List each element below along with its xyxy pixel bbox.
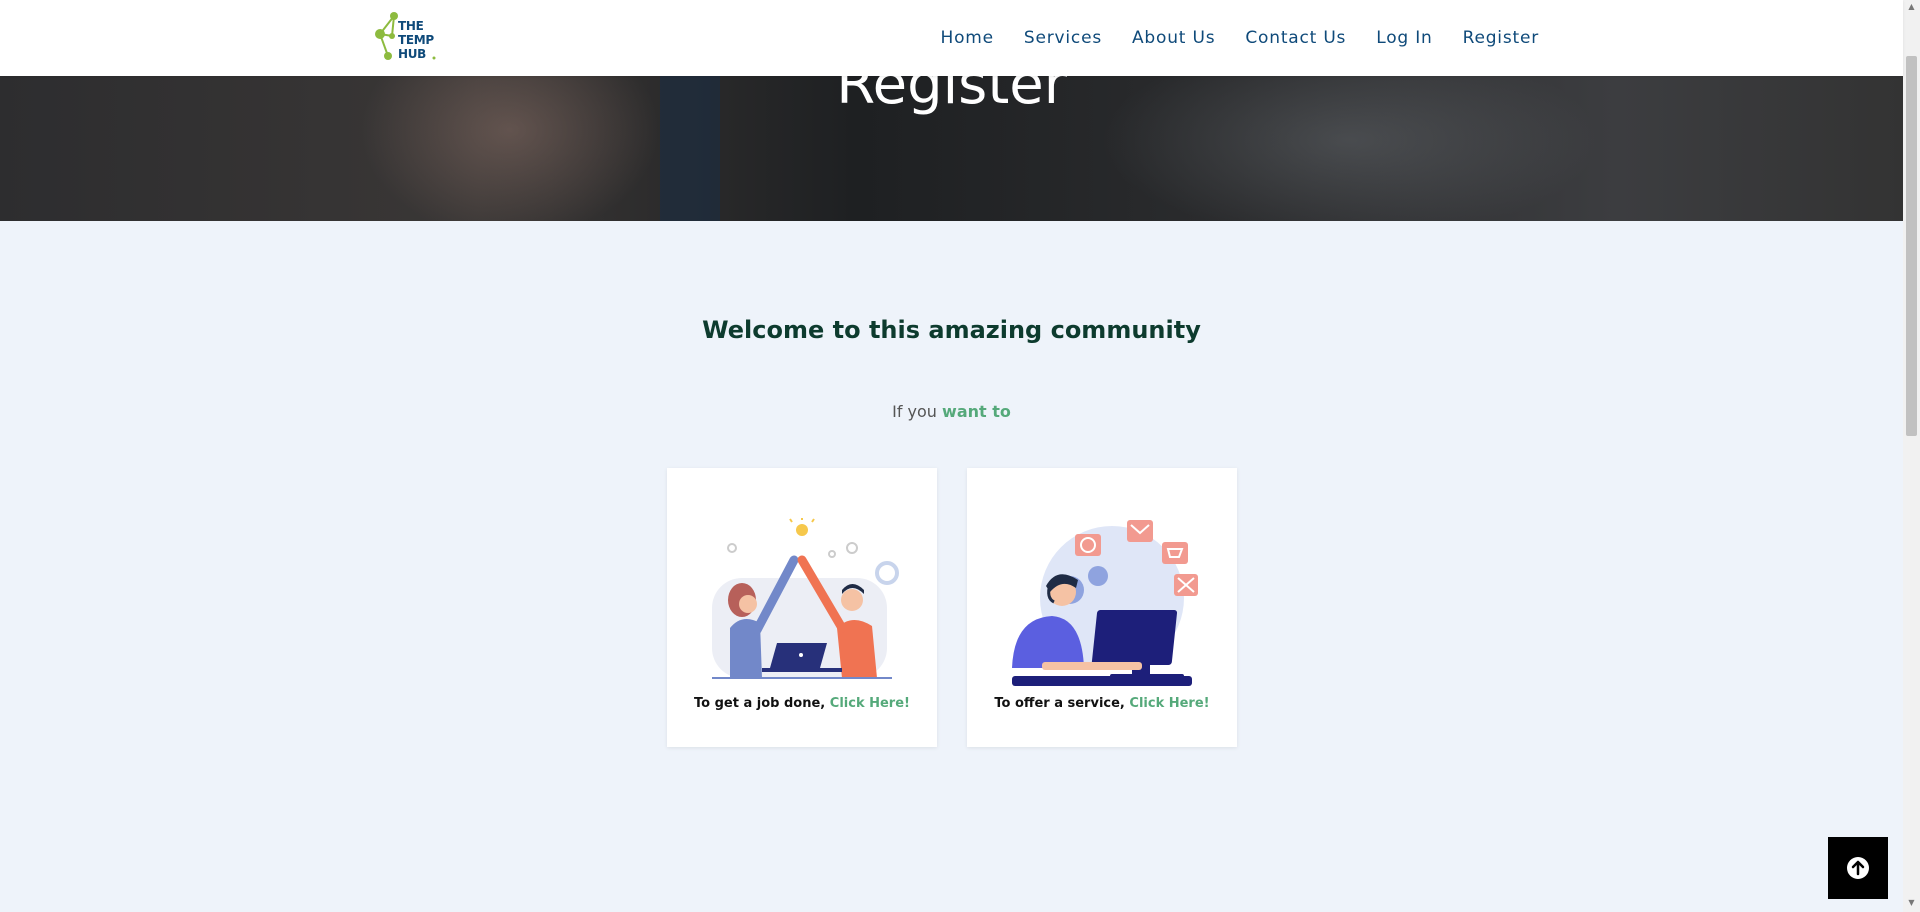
- logo-word-temp: TEMP: [398, 33, 434, 47]
- get-job-done-link[interactable]: Click Here!: [830, 696, 910, 711]
- offer-service-link[interactable]: Click Here!: [1129, 696, 1209, 711]
- logo-word-hub: HUB: [398, 47, 427, 61]
- nav-services[interactable]: Services: [1024, 28, 1102, 48]
- offer-service-card[interactable]: To offer a service, Click Here!: [967, 468, 1237, 747]
- scroll-down-arrow-icon[interactable]: ▼: [1906, 898, 1917, 910]
- support-agent-illustration-icon: [1012, 520, 1198, 686]
- get-job-done-caption: To get a job done, Click Here!: [667, 696, 937, 711]
- card-caption-text: To get a job done,: [694, 696, 826, 711]
- nav-log-in[interactable]: Log In: [1376, 28, 1432, 48]
- nav-home[interactable]: Home: [941, 28, 994, 48]
- nav-about-us[interactable]: About Us: [1132, 28, 1215, 48]
- arrow-up-circle-icon: [1847, 857, 1869, 879]
- back-to-top-button[interactable]: [1828, 837, 1888, 899]
- offer-service-caption: To offer a service, Click Here!: [967, 696, 1237, 711]
- logo-wordmark: THE TEMP HUB: [398, 19, 434, 61]
- get-job-done-card[interactable]: To get a job done, Click Here!: [667, 468, 937, 747]
- main-nav: Home Services About Us Contact Us Log In…: [911, 0, 1540, 76]
- want-to-highlight: want to: [942, 402, 1011, 421]
- scroll-up-arrow-icon[interactable]: ▲: [1906, 2, 1917, 14]
- nav-contact-us[interactable]: Contact Us: [1245, 28, 1346, 48]
- if-you-want-to-text: If you want to: [0, 402, 1903, 421]
- scrollbar-thumb[interactable]: [1906, 56, 1917, 436]
- high-five-illustration-icon: [712, 518, 899, 679]
- if-you-prefix: If you: [892, 402, 937, 421]
- nav-register[interactable]: Register: [1463, 28, 1539, 48]
- card-caption-text: To offer a service,: [994, 696, 1125, 711]
- logo-word-the: THE: [398, 19, 424, 33]
- welcome-heading: Welcome to this amazing community: [702, 316, 1201, 344]
- site-logo[interactable]: THE TEMP HUB: [370, 8, 442, 64]
- site-header: THE TEMP HUB Home Services About Us Cont…: [0, 0, 1903, 76]
